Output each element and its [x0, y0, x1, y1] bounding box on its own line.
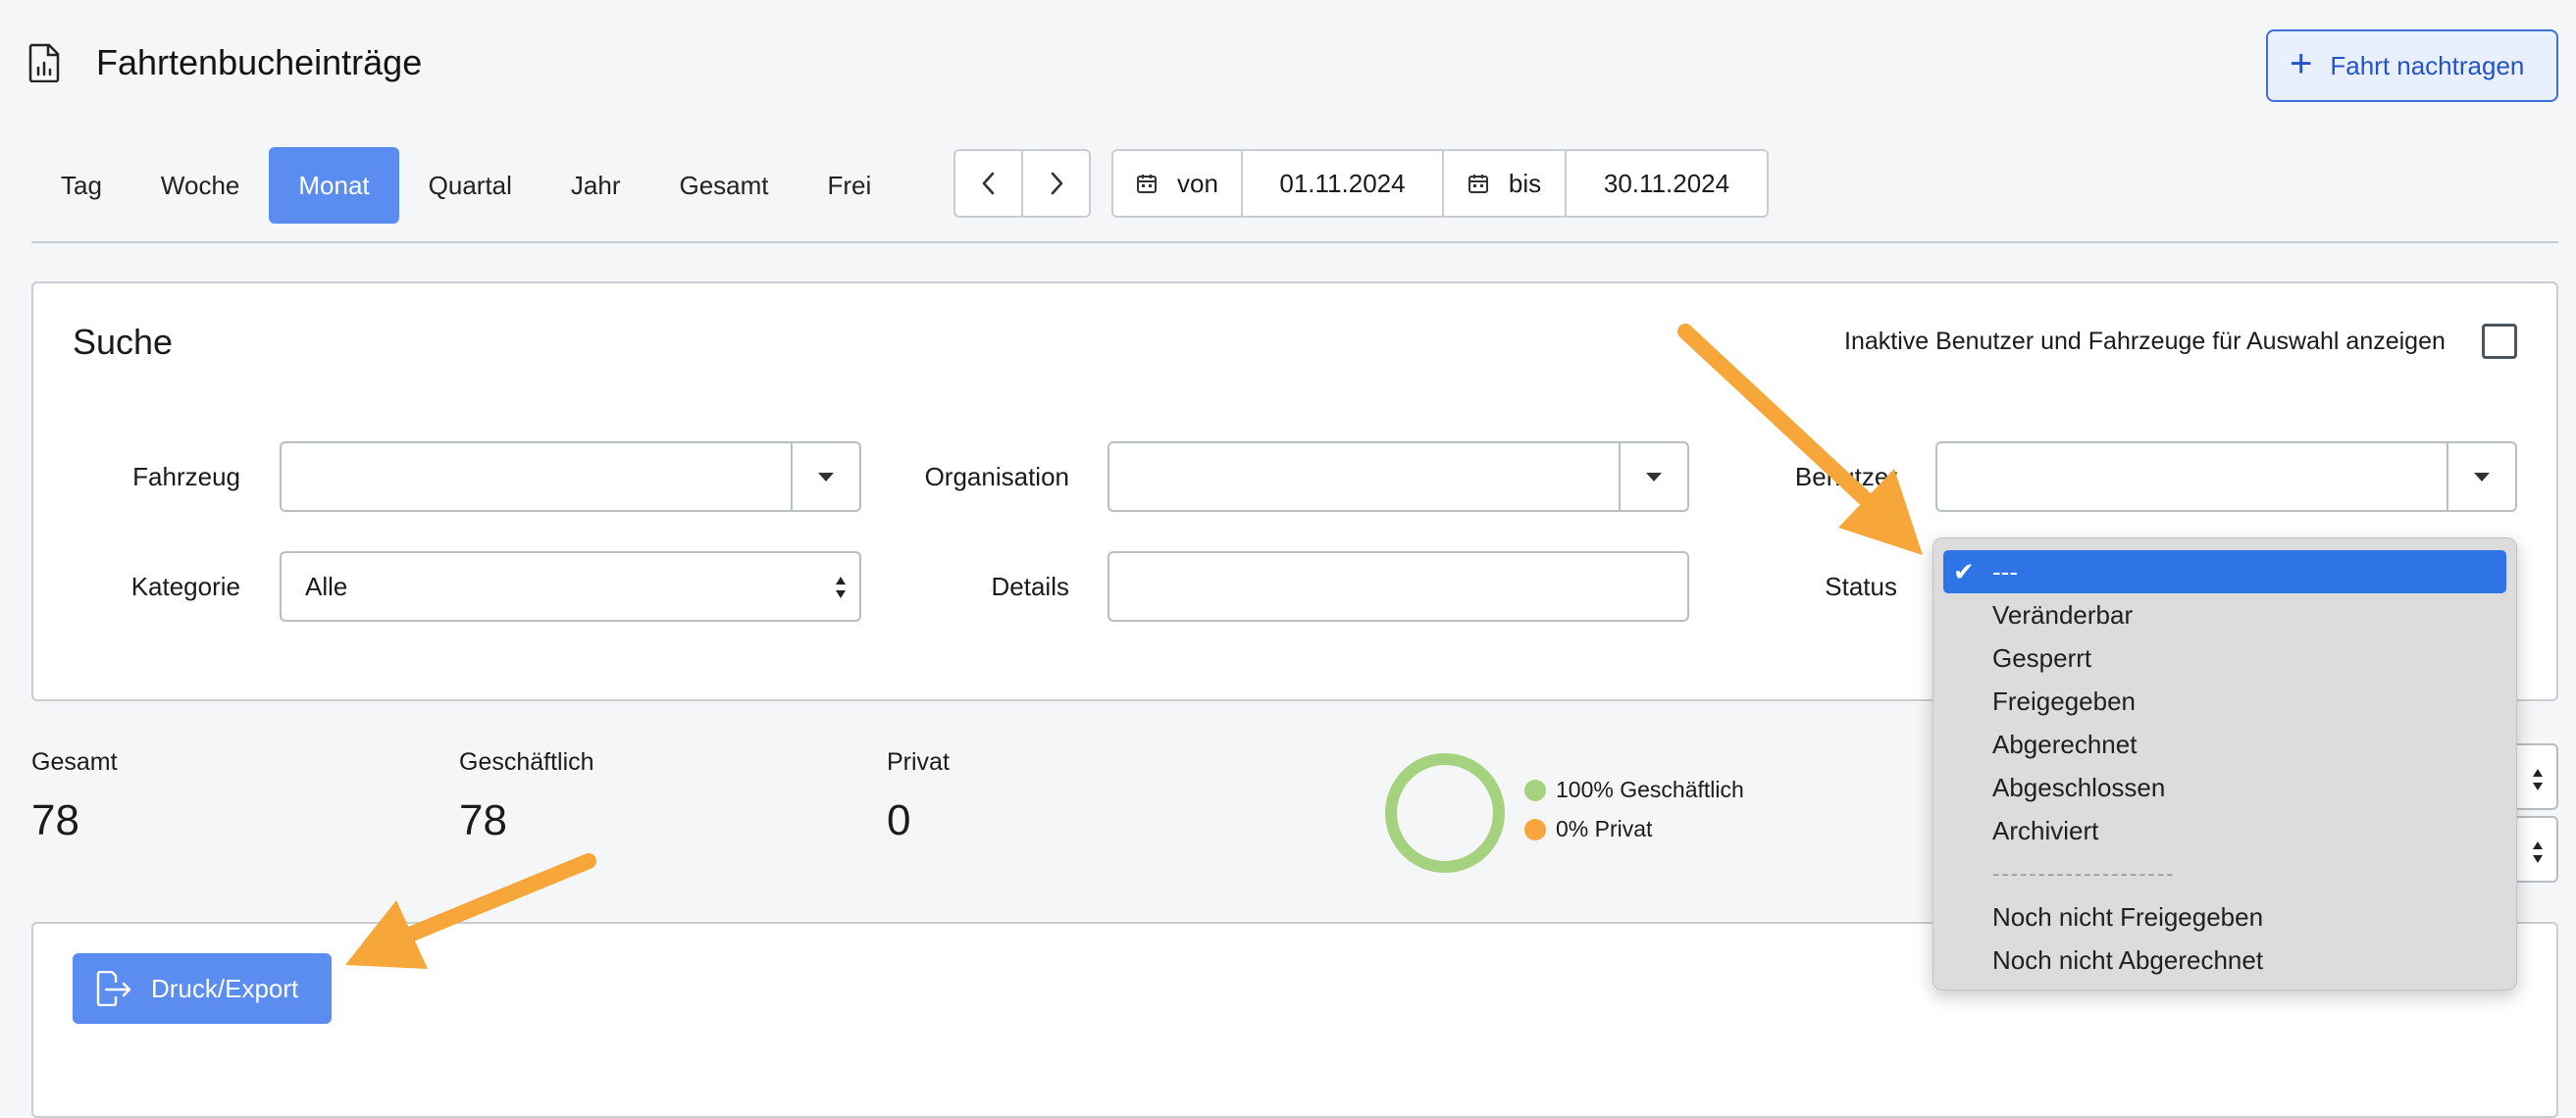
- tab-monat[interactable]: Monat: [269, 147, 399, 224]
- tab-tag[interactable]: Tag: [31, 147, 131, 224]
- legend-business-dot: [1524, 779, 1546, 801]
- caret-down-icon: [2474, 472, 2490, 482]
- period-tabs: Tag Woche Monat Quartal Jahr Gesamt Frei: [31, 147, 901, 224]
- print-export-button[interactable]: Druck/Export: [73, 953, 332, 1024]
- details-label: Details: [991, 572, 1069, 601]
- updown-arrows-icon: [2533, 841, 2543, 863]
- inactive-checkbox[interactable]: [2482, 324, 2517, 359]
- plus-icon: +: [2290, 42, 2313, 85]
- tab-quartal[interactable]: Quartal: [399, 147, 541, 224]
- details-input[interactable]: [1108, 551, 1689, 622]
- date-range: von 01.11.2024 bis 30.11.2024: [1111, 149, 1769, 218]
- private-value: 0: [887, 796, 911, 844]
- add-trip-button[interactable]: + Fahrt nachtragen: [2266, 29, 2558, 102]
- tab-gesamt[interactable]: Gesamt: [649, 147, 798, 224]
- vehicle-select[interactable]: [280, 441, 861, 512]
- tab-woche[interactable]: Woche: [131, 147, 269, 224]
- option-label: ---: [1992, 557, 2018, 586]
- organisation-select[interactable]: [1108, 441, 1689, 512]
- status-option-none[interactable]: ✔ ---: [1943, 550, 2506, 593]
- total-value: 78: [31, 796, 79, 844]
- updown-arrows-icon: [2533, 769, 2543, 790]
- total-label: Gesamt: [31, 748, 118, 776]
- legend-private-label: 0% Privat: [1556, 816, 1653, 841]
- calendar-icon: [1468, 175, 1488, 193]
- period-navigation: [953, 149, 1091, 218]
- user-dropdown-toggle[interactable]: [2447, 443, 2515, 510]
- date-to-input[interactable]: 30.11.2024: [1565, 151, 1767, 216]
- category-select[interactable]: Alle: [280, 551, 861, 622]
- inactive-label: Inaktive Benutzer und Fahrzeuge für Ausw…: [1844, 328, 2446, 355]
- divider: [31, 241, 2558, 243]
- chevron-left-icon: [982, 172, 994, 195]
- legend-business-label: 100% Geschäftlich: [1556, 777, 1744, 802]
- status-dropdown-list: ✔ --- Veränderbar Gesperrt Freigegeben A…: [1932, 537, 2517, 991]
- status-option-archiviert[interactable]: Archiviert: [1943, 809, 2506, 852]
- user-select[interactable]: [1935, 441, 2517, 512]
- to-label: bis: [1508, 168, 1542, 198]
- from-addon: von: [1113, 151, 1241, 216]
- document-chart-icon: [28, 43, 60, 82]
- next-period-button[interactable]: [1021, 151, 1089, 216]
- calendar-icon: [1137, 175, 1158, 193]
- donut-business-arc: [1385, 753, 1505, 873]
- business-private-donut: [1385, 753, 1505, 873]
- add-trip-label: Fahrt nachtragen: [2330, 50, 2525, 80]
- business-label: Geschäftlich: [459, 748, 594, 776]
- status-option-gesperrt[interactable]: Gesperrt: [1943, 636, 2506, 680]
- previous-period-button[interactable]: [955, 151, 1021, 216]
- status-option-separator: --------------------: [1992, 861, 2176, 886]
- status-option-not-billed[interactable]: Noch nicht Abgerechnet: [1943, 939, 2506, 982]
- private-label: Privat: [887, 748, 950, 776]
- user-label: Benutzer: [1794, 462, 1897, 491]
- category-label: Kategorie: [130, 572, 240, 601]
- category-value: Alle: [305, 572, 348, 601]
- checkmark-icon: ✔: [1953, 557, 1975, 586]
- from-label: von: [1177, 168, 1218, 198]
- legend-business: 100% Geschäftlich: [1524, 777, 1744, 803]
- vehicle-label: Fahrzeug: [132, 462, 240, 491]
- print-export-label: Druck/Export: [151, 973, 299, 1003]
- tab-frei[interactable]: Frei: [799, 147, 902, 224]
- search-title: Suche: [73, 322, 174, 362]
- chevron-right-icon: [1051, 172, 1062, 195]
- status-option-abgerechnet[interactable]: Abgerechnet: [1943, 723, 2506, 766]
- legend-private: 0% Privat: [1524, 816, 1652, 842]
- status-label: Status: [1825, 572, 1897, 601]
- status-option-not-released[interactable]: Noch nicht Freigegeben: [1943, 895, 2506, 939]
- to-addon: bis: [1442, 151, 1565, 216]
- date-from-input[interactable]: 01.11.2024: [1241, 151, 1442, 216]
- business-value: 78: [459, 796, 507, 844]
- status-option-freigegeben[interactable]: Freigegeben: [1943, 680, 2506, 723]
- status-option-veraenderbar[interactable]: Veränderbar: [1943, 593, 2506, 636]
- legend-private-dot: [1524, 818, 1546, 840]
- file-export-icon: [96, 971, 131, 1006]
- status-option-abgeschlossen[interactable]: Abgeschlossen: [1943, 766, 2506, 809]
- page-title: Fahrtenbucheinträge: [96, 42, 423, 82]
- tab-jahr[interactable]: Jahr: [541, 147, 650, 224]
- organisation-label: Organisation: [924, 462, 1069, 491]
